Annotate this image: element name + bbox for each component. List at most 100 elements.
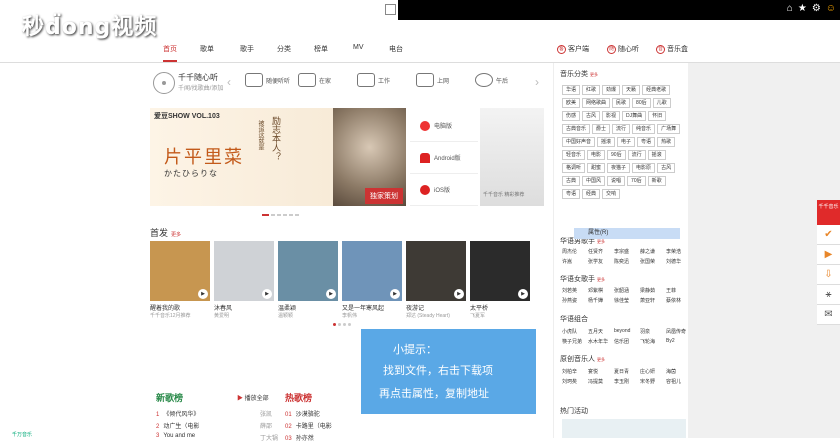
radio-cat-afternoon[interactable]: 午后	[475, 73, 508, 87]
download-pc[interactable]: 电脑版	[410, 110, 478, 142]
category-tag[interactable]: 电影	[587, 150, 606, 160]
qianqian-button[interactable]: 千千音乐	[817, 200, 840, 225]
singer-link[interactable]: 飞轮海	[640, 338, 660, 345]
singer-link[interactable]: 小虎队	[562, 328, 582, 335]
nav-categories[interactable]: 分类	[277, 44, 291, 54]
album-card[interactable]: 夜游记郑达 (Steady Heart)	[406, 241, 466, 319]
more-link[interactable]: 更多	[171, 232, 181, 238]
singer-link[interactable]: 李玉刚	[614, 378, 634, 385]
category-tag[interactable]: 劲爆	[602, 85, 621, 95]
singer-link[interactable]: 冯提莫	[588, 378, 608, 385]
download-icon[interactable]: ⇩	[817, 265, 840, 285]
check-icon[interactable]: ✔	[817, 225, 840, 245]
radio-cat-home[interactable]: 在家	[298, 73, 331, 87]
singer-link[interactable]: 容祖儿	[666, 378, 686, 385]
singer-link[interactable]: 信乐团	[614, 338, 634, 345]
category-tag[interactable]: 红歌	[582, 85, 601, 95]
nav-home[interactable]: 首页	[163, 44, 177, 62]
category-tag[interactable]: 热歌	[657, 137, 676, 147]
category-tag[interactable]: 说唱	[607, 176, 626, 186]
singer-link[interactable]: 许嵩	[562, 258, 582, 265]
singer-link[interactable]: beyond	[614, 328, 634, 335]
category-tag[interactable]: 新歌	[647, 176, 666, 186]
more-link[interactable]: 更多	[590, 72, 598, 77]
singer-link[interactable]: 徐佳莹	[614, 297, 634, 304]
category-tag[interactable]: 华语	[562, 85, 581, 95]
singer-link[interactable]: 羽泉	[640, 328, 660, 335]
album-card[interactable]: 沐春风黄爱明	[214, 241, 274, 319]
category-tag[interactable]: 天籁	[622, 85, 641, 95]
hero-banner[interactable]: 爱豆SHOW VOL.103 片平里菜 かたひらりな 励志本人？ 被追这就是 独…	[150, 108, 406, 206]
singer-link[interactable]: 任贤齐	[588, 248, 608, 255]
album-cover[interactable]	[406, 241, 466, 301]
category-tag[interactable]: 欧美	[562, 98, 581, 108]
category-tag[interactable]: 交响	[602, 189, 621, 199]
category-tag[interactable]: 中国好声音	[562, 137, 596, 147]
radio-cat-web[interactable]: 上网	[416, 73, 449, 87]
prev-arrow-icon[interactable]: ‹	[227, 75, 231, 89]
category-tag[interactable]: 伤感	[562, 111, 581, 121]
singer-link[interactable]: 邓紫棋	[588, 287, 608, 294]
category-tag[interactable]: 古风	[657, 163, 676, 173]
play-all-button[interactable]: ▶ 播放全部	[237, 393, 269, 402]
album-pager[interactable]	[333, 323, 351, 326]
category-tag[interactable]: 摇滚	[647, 150, 666, 160]
singer-link[interactable]: 张国荣	[640, 258, 660, 265]
nav-playlists[interactable]: 歌单	[200, 44, 214, 54]
download-android[interactable]: Android版	[410, 142, 478, 174]
singer-link[interactable]: 刘若英	[562, 287, 582, 294]
category-tag[interactable]: 经典	[582, 189, 601, 199]
new-songs-title[interactable]: 新歌榜	[156, 391, 183, 404]
singer-link[interactable]: 五月天	[588, 328, 608, 335]
singer-link[interactable]: 张韶涵	[614, 287, 634, 294]
feedback-icon[interactable]: ✉	[817, 305, 840, 325]
new-song-row[interactable]: 2 动广生（电影 薛邵	[156, 421, 276, 430]
category-tag[interactable]: 影视	[602, 111, 621, 121]
category-tag[interactable]: 纯音乐	[632, 124, 656, 134]
category-tag[interactable]: 古风	[582, 111, 601, 121]
singer-link[interactable]: 萧亚轩	[640, 297, 660, 304]
context-menu-properties[interactable]: 属性(R)	[574, 228, 680, 239]
category-tag[interactable]: 流行	[612, 124, 631, 134]
album-cover[interactable]	[278, 241, 338, 301]
hot-songs-title[interactable]: 热歌榜	[285, 391, 312, 404]
nav-radio[interactable]: 电台	[389, 44, 403, 54]
singer-link[interactable]: By2	[666, 338, 686, 345]
category-tag[interactable]: 流行	[627, 150, 646, 160]
banner-pager[interactable]	[262, 214, 299, 216]
category-tag[interactable]: 摇滚	[597, 137, 616, 147]
hot-song-row[interactable]: 02 卡路里（电影	[285, 421, 332, 430]
category-tag[interactable]: 80后	[632, 98, 651, 108]
favorite-icon[interactable]: ★	[798, 3, 807, 14]
singer-link[interactable]: 水木年华	[588, 338, 608, 345]
category-tag[interactable]: 70后	[627, 176, 646, 186]
category-tag[interactable]: 网络歌曲	[582, 98, 611, 108]
radio-cat-random[interactable]: 随便听听	[245, 73, 290, 87]
album-cover[interactable]	[150, 241, 210, 301]
singer-link[interactable]: 夏日青	[614, 368, 634, 375]
singer-link[interactable]: 李宗盛	[614, 248, 634, 255]
disc-icon[interactable]	[153, 72, 175, 94]
singer-link[interactable]: 杨千嬅	[588, 297, 608, 304]
new-song-row[interactable]: 3 You and me 丁大锅	[156, 433, 278, 442]
singer-link[interactable]: 刘柏辛	[562, 368, 582, 375]
album-cover[interactable]	[342, 241, 402, 301]
category-tag[interactable]: 粤语	[562, 189, 581, 199]
music-box-link[interactable]: 音音乐盒	[656, 44, 688, 54]
singer-link[interactable]: 蔡依林	[666, 297, 686, 304]
singer-link[interactable]: 海茵	[666, 368, 686, 375]
singer-link[interactable]: 周杰伦	[562, 248, 582, 255]
singer-link[interactable]: 薛之谦	[640, 248, 660, 255]
singer-link[interactable]: 宴悦	[588, 368, 608, 375]
side-ad[interactable]: 千千音乐 精彩推荐	[480, 108, 544, 206]
singer-link[interactable]: 梁静茹	[640, 287, 660, 294]
client-link[interactable]: 客客户端	[557, 44, 589, 54]
hot-song-row[interactable]: 01 沙漠骆驼	[285, 409, 320, 418]
album-cover[interactable]	[214, 241, 274, 301]
album-card[interactable]: 温柔颖温颖颖	[278, 241, 338, 319]
category-tag[interactable]: DJ舞曲	[622, 111, 647, 121]
apps-icon[interactable]: ⚹	[817, 285, 840, 305]
category-tag[interactable]: 广场舞	[657, 124, 681, 134]
category-tag[interactable]: 怀旧	[648, 111, 667, 121]
radio-title[interactable]: 千千随心听	[178, 72, 218, 83]
